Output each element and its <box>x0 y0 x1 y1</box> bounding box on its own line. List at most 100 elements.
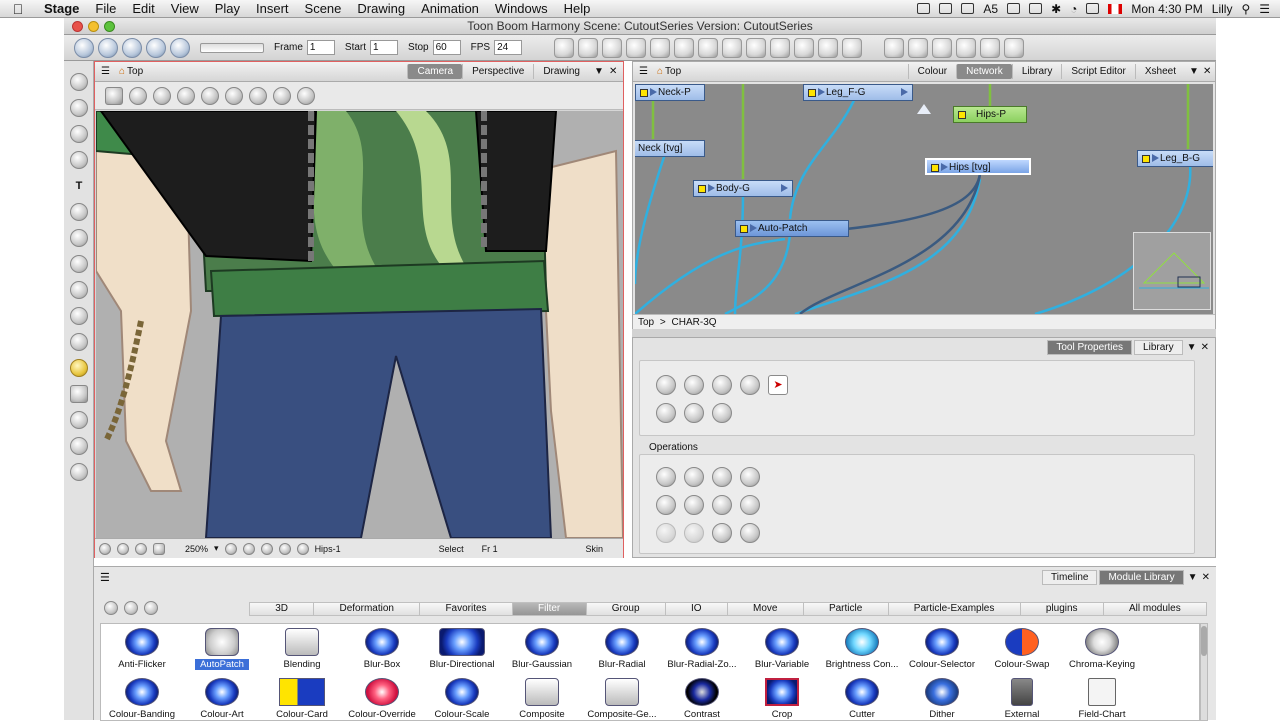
node-neck-tvg[interactable]: Neck [tvg] <box>635 140 705 157</box>
status-cyan-icon[interactable] <box>260 542 273 555</box>
module-colour-art[interactable]: Colour-Art <box>181 676 263 720</box>
menu-play[interactable]: Play <box>207 1 248 16</box>
module-contrast[interactable]: Contrast <box>661 676 743 720</box>
grid-icon[interactable] <box>105 86 123 105</box>
snap-contour-icon[interactable] <box>684 403 704 423</box>
category-all-modules[interactable]: All modules <box>1103 602 1207 616</box>
play-icon[interactable] <box>74 37 94 58</box>
flag-icon[interactable] <box>1108 3 1123 14</box>
eraser-tool-icon[interactable] <box>70 203 88 221</box>
tab-tool-properties[interactable]: Tool Properties <box>1047 339 1133 355</box>
tab-xsheet[interactable]: Xsheet <box>1134 64 1185 79</box>
module-colour-scale[interactable]: Colour-Scale <box>421 676 503 720</box>
module-autopatch[interactable]: AutoPatch <box>181 626 263 674</box>
peg-icon[interactable] <box>794 37 815 58</box>
fps-field[interactable]: 24 <box>494 40 523 55</box>
align-left-icon[interactable] <box>884 37 905 58</box>
module-home-icon[interactable] <box>104 601 118 615</box>
tab-library[interactable]: Library <box>1011 64 1062 79</box>
arrow-select-icon[interactable]: ➤ <box>768 375 788 395</box>
node-view-menu-icon[interactable]: ☰ <box>639 66 657 77</box>
tab-drawing[interactable]: Drawing <box>533 64 589 79</box>
line-tool-icon[interactable] <box>70 255 88 273</box>
reset-icon[interactable] <box>956 37 977 58</box>
stroke-tool-icon[interactable] <box>70 307 88 325</box>
module-brightness-contrast[interactable]: Brightness Con... <box>821 626 903 674</box>
status-lock-icon[interactable] <box>224 542 237 555</box>
module-blur-directional[interactable]: Blur-Directional <box>421 626 503 674</box>
hand-tool-icon[interactable] <box>70 333 88 351</box>
crop-tool-icon[interactable] <box>70 385 88 403</box>
node-leg-b-g[interactable]: Leg_B-G <box>1137 150 1213 167</box>
category-io[interactable]: IO <box>665 602 728 616</box>
menu-animation[interactable]: Animation <box>413 1 487 16</box>
module-up-icon[interactable] <box>124 601 138 615</box>
bone-icon[interactable] <box>674 37 695 58</box>
align-right-icon[interactable] <box>932 37 953 58</box>
node-leg-f-g[interactable]: Leg_F-G <box>803 84 913 101</box>
category-filter[interactable]: Filter <box>512 602 587 616</box>
module-colour-card[interactable]: Colour-Card <box>261 676 343 720</box>
wifi-icon[interactable]: ◔ <box>1070 2 1077 16</box>
module-options-icon[interactable]: ▼ <box>1186 572 1200 583</box>
status-dot-icon[interactable] <box>278 542 291 555</box>
module-colour-banding[interactable]: Colour-Banding <box>101 676 183 720</box>
flatten-icon[interactable] <box>712 495 732 515</box>
menu-app-name[interactable]: Stage <box>36 1 87 16</box>
snap-icon[interactable] <box>656 403 676 423</box>
brush-tool-icon[interactable] <box>70 125 88 143</box>
outline-icon[interactable] <box>273 86 291 105</box>
frame-field[interactable]: 1 <box>306 40 335 55</box>
tab-network[interactable]: Network <box>956 64 1012 79</box>
module-colour-swap[interactable]: Colour-Swap <box>981 626 1063 674</box>
category-group[interactable]: Group <box>586 602 666 616</box>
zoom-dropdown-icon[interactable]: ▾ <box>214 543 219 554</box>
battery-icon[interactable] <box>1086 3 1100 14</box>
node-breadcrumb[interactable]: Top <box>665 66 681 77</box>
paint-tool-icon[interactable] <box>70 229 88 247</box>
view-options-icon[interactable]: ▼ <box>589 66 609 77</box>
tab-perspective[interactable]: Perspective <box>462 64 533 79</box>
module-composite-generic[interactable]: Composite-Ge... <box>581 676 663 720</box>
list-icon[interactable]: ☰ <box>1259 2 1270 16</box>
morph-icon[interactable] <box>650 37 671 58</box>
module-refresh-icon[interactable] <box>144 601 158 615</box>
module-menu-icon[interactable]: ☰ <box>100 571 110 584</box>
module-scrollbar-thumb[interactable] <box>1201 626 1207 656</box>
tab-colour[interactable]: Colour <box>907 64 956 79</box>
play-range-icon[interactable] <box>98 37 118 58</box>
module-crop[interactable]: Crop <box>741 676 823 720</box>
start-field[interactable]: 1 <box>370 40 399 55</box>
module-scrollbar[interactable] <box>1200 623 1208 721</box>
tool-props-options-icon[interactable]: ▼ <box>1185 342 1199 353</box>
sound-scrub-icon[interactable] <box>170 37 190 58</box>
rotate-90-ccw-icon[interactable] <box>740 467 760 487</box>
reset-pan-icon[interactable] <box>153 86 171 105</box>
port-triangle-icon[interactable] <box>917 104 931 114</box>
status-color-icon[interactable] <box>135 542 147 555</box>
stop-field[interactable]: 60 <box>432 40 461 55</box>
node-auto-patch[interactable]: Auto-Patch <box>735 220 849 237</box>
status-mask-icon[interactable] <box>242 542 255 555</box>
module-blending[interactable]: Blending <box>261 626 343 674</box>
module-blur-radial[interactable]: Blur-Radial <box>581 626 663 674</box>
shield-icon[interactable] <box>1007 3 1021 14</box>
lasso-icon[interactable] <box>656 375 676 395</box>
brush-preview-icon[interactable] <box>249 86 267 105</box>
module-colour-override[interactable]: Colour-Override <box>341 676 423 720</box>
category-particle[interactable]: Particle <box>803 602 889 616</box>
category-deformation[interactable]: Deformation <box>314 602 421 616</box>
light-table-icon[interactable] <box>842 37 863 58</box>
menu-insert[interactable]: Insert <box>248 1 297 16</box>
texture-icon[interactable] <box>740 523 760 543</box>
clock[interactable]: Mon 4:30 PM <box>1131 2 1202 16</box>
onion-icon[interactable] <box>225 86 243 105</box>
a5-status[interactable]: A5 <box>983 2 998 16</box>
menu-file[interactable]: File <box>87 1 124 16</box>
tool-props-close-icon[interactable]: ✕ <box>1201 342 1209 353</box>
lock-icon[interactable] <box>201 86 219 105</box>
navigator-thumbnail[interactable] <box>1133 232 1211 310</box>
tab-module-library[interactable]: Module Library <box>1099 569 1184 585</box>
path-top[interactable]: Top <box>638 317 654 328</box>
skew-icon[interactable] <box>626 37 647 58</box>
